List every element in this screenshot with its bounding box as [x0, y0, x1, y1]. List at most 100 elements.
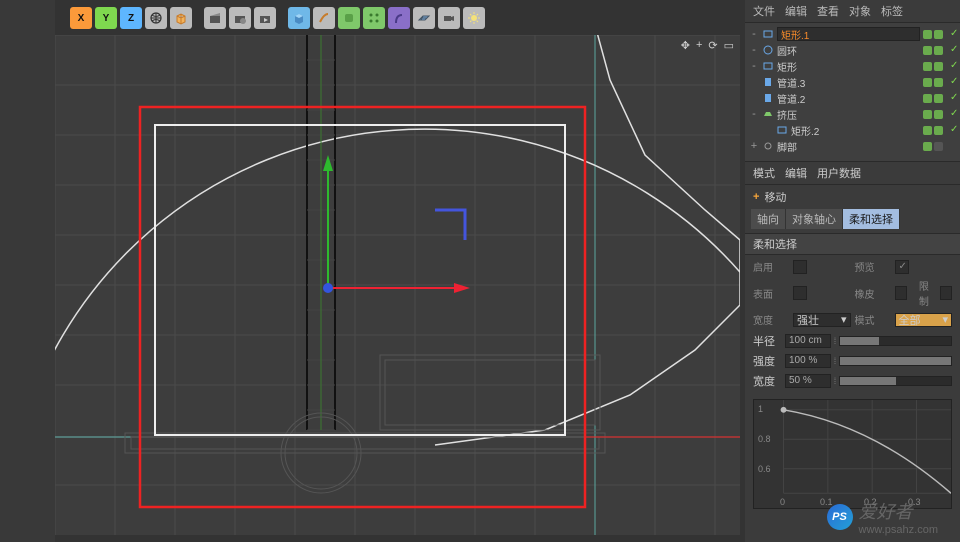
width2-stepper[interactable]: ⁞ [831, 376, 839, 386]
object-row[interactable]: 管道.2 ✓ [745, 90, 960, 106]
watermark-url: www.psahz.com [859, 524, 938, 536]
floor-button[interactable] [413, 7, 435, 29]
object-row[interactable]: - 挤压 ✓ [745, 106, 960, 122]
deformer-button[interactable] [388, 7, 410, 29]
weight-select[interactable]: 强壮▾ [793, 313, 851, 327]
picture-viewer-button[interactable] [254, 7, 276, 29]
attr-menu-user[interactable]: 用户数据 [817, 165, 861, 181]
sliders: 半径 100 cm ⁞ 强度 100 % ⁞ 宽度 50 % ⁞ [745, 331, 960, 395]
light-button[interactable] [463, 7, 485, 29]
enable-check-icon[interactable]: ✓ [950, 93, 960, 103]
attr-menu-edit[interactable]: 编辑 [785, 165, 807, 181]
visibility-dots[interactable] [923, 30, 943, 39]
object-type-icon [762, 108, 774, 120]
enable-check-icon[interactable]: ✓ [950, 61, 960, 71]
radius-input[interactable]: 100 cm [785, 334, 831, 348]
preview-checkbox[interactable]: ✓ [895, 260, 909, 274]
strength-stepper[interactable]: ⁞ [831, 356, 839, 366]
tab-soft-selection[interactable]: 柔和选择 [843, 209, 900, 229]
viewport[interactable]: ✥ + ⟳ ▭ [55, 35, 740, 535]
limit-checkbox[interactable] [940, 286, 952, 300]
weight-label: 宽度 [753, 312, 789, 327]
tab-axis[interactable]: 轴向 [751, 209, 786, 229]
cube-icon [174, 11, 188, 25]
menu-edit[interactable]: 编辑 [785, 3, 807, 19]
object-name[interactable]: 管道.2 [777, 91, 920, 106]
object-name[interactable]: 管道.3 [777, 75, 920, 90]
enable-check-icon[interactable]: ✓ [950, 29, 960, 39]
tree-toggle[interactable]: - [749, 44, 759, 56]
object-name[interactable]: 矩形.2 [791, 123, 920, 138]
watermark: PS 爱好者 www.psahz.com [827, 498, 938, 536]
axis-y-button[interactable]: Y [95, 7, 117, 29]
radius-stepper[interactable]: ⁞ [831, 336, 839, 346]
frame-icon[interactable]: ▭ [724, 39, 734, 52]
enable-checkbox[interactable] [793, 260, 807, 274]
orbit-icon[interactable]: ⟳ [708, 39, 717, 52]
surface-checkbox[interactable] [793, 286, 807, 300]
rubber-checkbox[interactable] [895, 286, 907, 300]
mode-select[interactable]: 全部▾ [895, 313, 953, 327]
left-palette [0, 0, 55, 542]
object-row[interactable]: + 脚部 [745, 138, 960, 154]
object-name[interactable]: 矩形.1 [777, 27, 920, 41]
width2-slider[interactable] [839, 376, 952, 386]
coord-system-button[interactable] [145, 7, 167, 29]
width2-input[interactable]: 50 % [785, 374, 831, 388]
limit-label: 限制 [919, 278, 934, 308]
object-name[interactable]: 矩形 [777, 59, 920, 74]
object-name[interactable]: 脚部 [777, 139, 920, 154]
axis-x-button[interactable]: X [70, 7, 92, 29]
object-row[interactable]: - 矩形.1 ✓ [745, 26, 960, 42]
object-name[interactable]: 挤压 [777, 107, 920, 122]
spline-button[interactable] [313, 7, 335, 29]
array-button[interactable] [363, 7, 385, 29]
object-tree[interactable]: - 矩形.1 ✓ - 圆环 ✓ - 矩形 ✓ 管道.3 ✓ 管道.2 ✓ - 挤压 ✓ 矩形.2 ✓ + 脚部 [745, 23, 960, 161]
render-view-button[interactable] [204, 7, 226, 29]
attr-menu: 模式 编辑 用户数据 [745, 161, 960, 185]
enable-label: 启用 [753, 259, 789, 274]
attr-menu-mode[interactable]: 模式 [753, 165, 775, 181]
visibility-dots[interactable] [923, 94, 943, 103]
nurbs-icon [342, 11, 356, 25]
tab-object-axis[interactable]: 对象轴心 [786, 209, 843, 229]
render-settings-button[interactable] [229, 7, 251, 29]
enable-check-icon[interactable]: ✓ [950, 125, 960, 135]
object-type-icon [762, 92, 774, 104]
visibility-dots[interactable] [923, 126, 943, 135]
enable-check-icon[interactable]: ✓ [950, 77, 960, 87]
visibility-dots[interactable] [923, 46, 943, 55]
enable-check-icon[interactable]: ✓ [950, 109, 960, 119]
strength-input[interactable]: 100 % [785, 354, 831, 368]
visibility-dots[interactable] [923, 62, 943, 71]
menu-tags[interactable]: 标签 [881, 3, 903, 19]
pan-icon[interactable]: ✥ [681, 39, 690, 52]
tree-toggle[interactable]: - [749, 60, 759, 72]
zoom-icon[interactable]: + [696, 39, 702, 52]
enable-check-icon[interactable]: ✓ [950, 45, 960, 55]
primitive-button[interactable] [288, 7, 310, 29]
visibility-dots[interactable] [923, 142, 943, 151]
object-row[interactable]: - 圆环 ✓ [745, 42, 960, 58]
menu-file[interactable]: 文件 [753, 3, 775, 19]
tree-toggle[interactable]: - [749, 108, 759, 120]
tree-toggle[interactable]: - [749, 28, 759, 40]
falloff-graph[interactable]: 1 0.8 0.6 0 0.1 0.2 0.3 [753, 399, 952, 509]
tool-name: 移动 [764, 189, 786, 205]
strength-slider[interactable] [839, 356, 952, 366]
object-name[interactable]: 圆环 [777, 43, 920, 58]
axis-z-button[interactable]: Z [120, 7, 142, 29]
tree-toggle[interactable]: + [749, 140, 759, 152]
visibility-dots[interactable] [923, 78, 943, 87]
menu-view[interactable]: 查看 [817, 3, 839, 19]
visibility-dots[interactable] [923, 110, 943, 119]
camera-button[interactable] [438, 7, 460, 29]
object-row[interactable]: - 矩形 ✓ [745, 58, 960, 74]
menu-object[interactable]: 对象 [849, 3, 871, 19]
cube-button[interactable] [170, 7, 192, 29]
cube-solid-icon [292, 11, 306, 25]
object-row[interactable]: 矩形.2 ✓ [745, 122, 960, 138]
object-row[interactable]: 管道.3 ✓ [745, 74, 960, 90]
generator-button[interactable] [338, 7, 360, 29]
radius-slider[interactable] [839, 336, 952, 346]
